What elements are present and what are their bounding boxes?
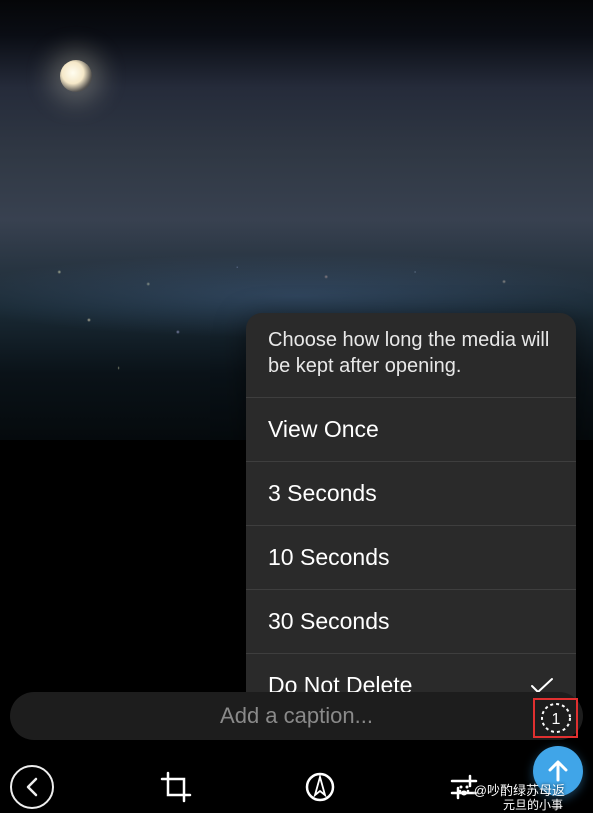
option-label: 10 Seconds	[268, 544, 389, 571]
timer-button-highlighted[interactable]: 1	[533, 698, 578, 738]
crop-button[interactable]	[154, 765, 198, 809]
option-label: 30 Seconds	[268, 608, 389, 635]
popup-header: Choose how long the media will be kept a…	[246, 313, 576, 398]
moon-graphic	[60, 60, 92, 92]
svg-text:1: 1	[551, 711, 560, 728]
draw-icon	[304, 771, 336, 803]
caption-placeholder: Add a caption...	[220, 703, 373, 729]
option-10-seconds[interactable]: 10 Seconds	[246, 526, 576, 590]
option-view-once[interactable]: View Once	[246, 398, 576, 462]
timer-popup-menu: Choose how long the media will be kept a…	[246, 313, 576, 717]
back-button[interactable]	[10, 765, 54, 809]
timer-icon: 1	[539, 701, 573, 735]
paw-icon	[457, 783, 471, 797]
option-label: 3 Seconds	[268, 480, 377, 507]
crop-icon	[160, 771, 192, 803]
watermark-text-2: 元旦的小事	[503, 796, 563, 813]
chevron-left-icon	[25, 777, 39, 797]
option-30-seconds[interactable]: 30 Seconds	[246, 590, 576, 654]
draw-button[interactable]	[298, 765, 342, 809]
option-3-seconds[interactable]: 3 Seconds	[246, 462, 576, 526]
option-label: View Once	[268, 416, 379, 443]
caption-input[interactable]: Add a caption...	[10, 692, 583, 740]
